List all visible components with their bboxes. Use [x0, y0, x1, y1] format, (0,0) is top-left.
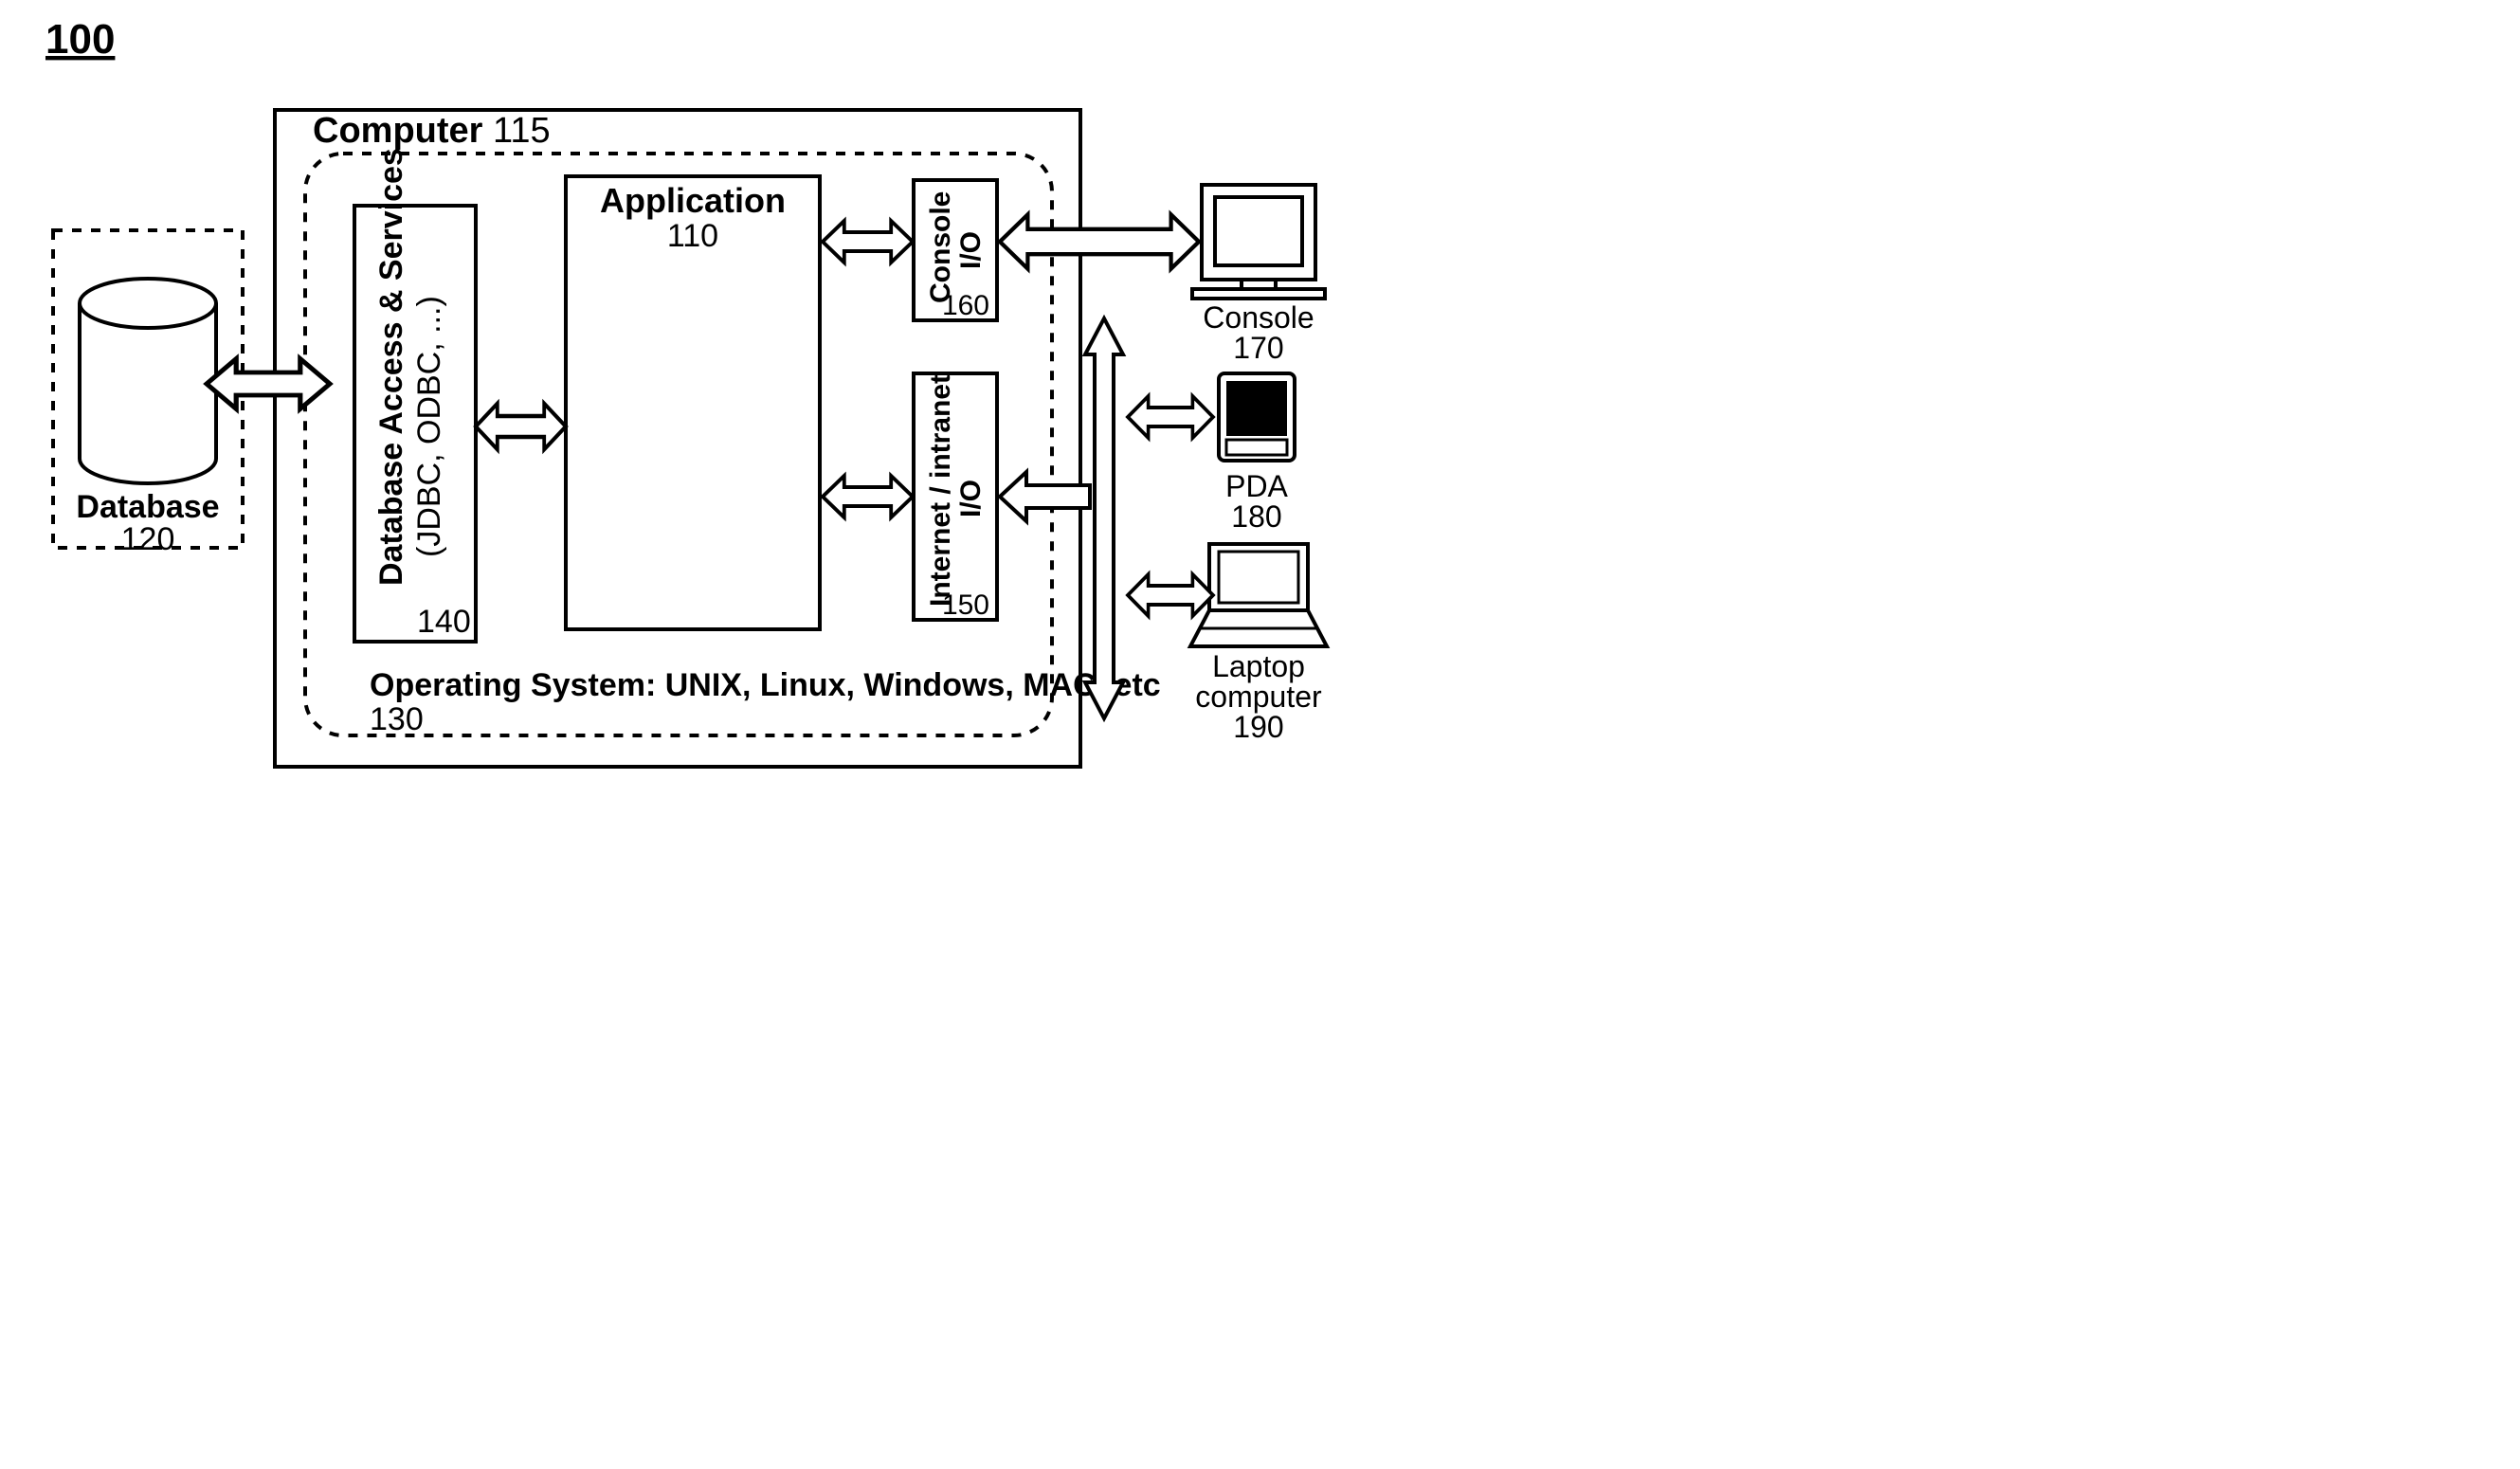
- arrow-db-to-dbaccess: [207, 359, 330, 409]
- arrow-app-to-internetio: [823, 476, 913, 517]
- figure-ref: 100: [45, 16, 115, 63]
- internet-io-num: 150: [942, 589, 989, 621]
- console-io-num: 160: [942, 290, 989, 321]
- computer-title: Computer 115: [313, 111, 551, 151]
- db-access-line2: (JDBC, ODBC, ...): [411, 296, 447, 557]
- arrow-app-to-consoleio: [823, 221, 913, 263]
- os-label: Operating System: UNIX, Linux, Windows, …: [370, 667, 1161, 703]
- console-device: [1192, 185, 1325, 299]
- console-io-title: Console: [925, 191, 956, 303]
- console-label: Console: [1203, 300, 1314, 335]
- db-access-num: 140: [417, 604, 471, 640]
- laptop-num: 190: [1233, 710, 1283, 744]
- network-bus: [1085, 318, 1123, 718]
- arrow-dbaccess-to-app: [476, 404, 566, 449]
- arrow-consoleio-to-console: [1000, 214, 1199, 268]
- application-title: Application: [600, 181, 786, 220]
- console-num: 170: [1233, 331, 1283, 365]
- laptop-label1: Laptop: [1212, 649, 1305, 683]
- database-title: Database: [76, 489, 219, 525]
- pda-label: PDA: [1225, 469, 1288, 503]
- arrow-internetio-to-bus: [1000, 472, 1090, 521]
- database-num: 120: [121, 521, 175, 557]
- os-num: 130: [370, 701, 424, 737]
- console-io-sub: I/O: [955, 231, 987, 269]
- internet-io-sub: I/O: [955, 480, 987, 517]
- laptop-label2: computer: [1195, 680, 1322, 714]
- internet-io-title: Internet / intranet: [925, 374, 956, 607]
- application-num: 110: [667, 218, 718, 254]
- arrow-bus-to-pda: [1128, 396, 1213, 438]
- database-cylinder: [80, 279, 216, 483]
- pda-num: 180: [1231, 499, 1281, 534]
- pda-device: [1219, 373, 1295, 461]
- arrow-bus-to-laptop: [1128, 574, 1213, 616]
- db-access-line1: Database Access & Services: [373, 148, 409, 586]
